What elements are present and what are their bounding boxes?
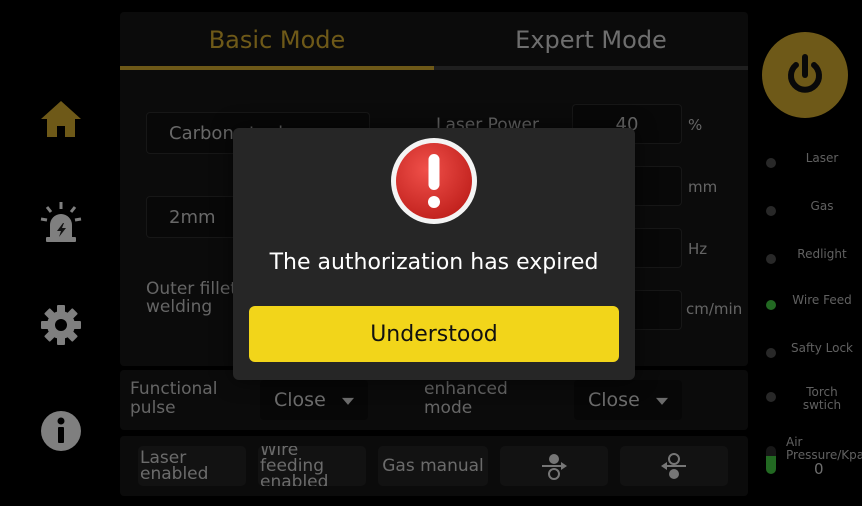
authorization-expired-dialog: The authorization has expired Understood	[233, 128, 635, 380]
understood-button[interactable]: Understood	[249, 306, 619, 362]
dialog-message: The authorization has expired	[269, 250, 599, 275]
alert-exclamation-icon	[391, 138, 477, 224]
